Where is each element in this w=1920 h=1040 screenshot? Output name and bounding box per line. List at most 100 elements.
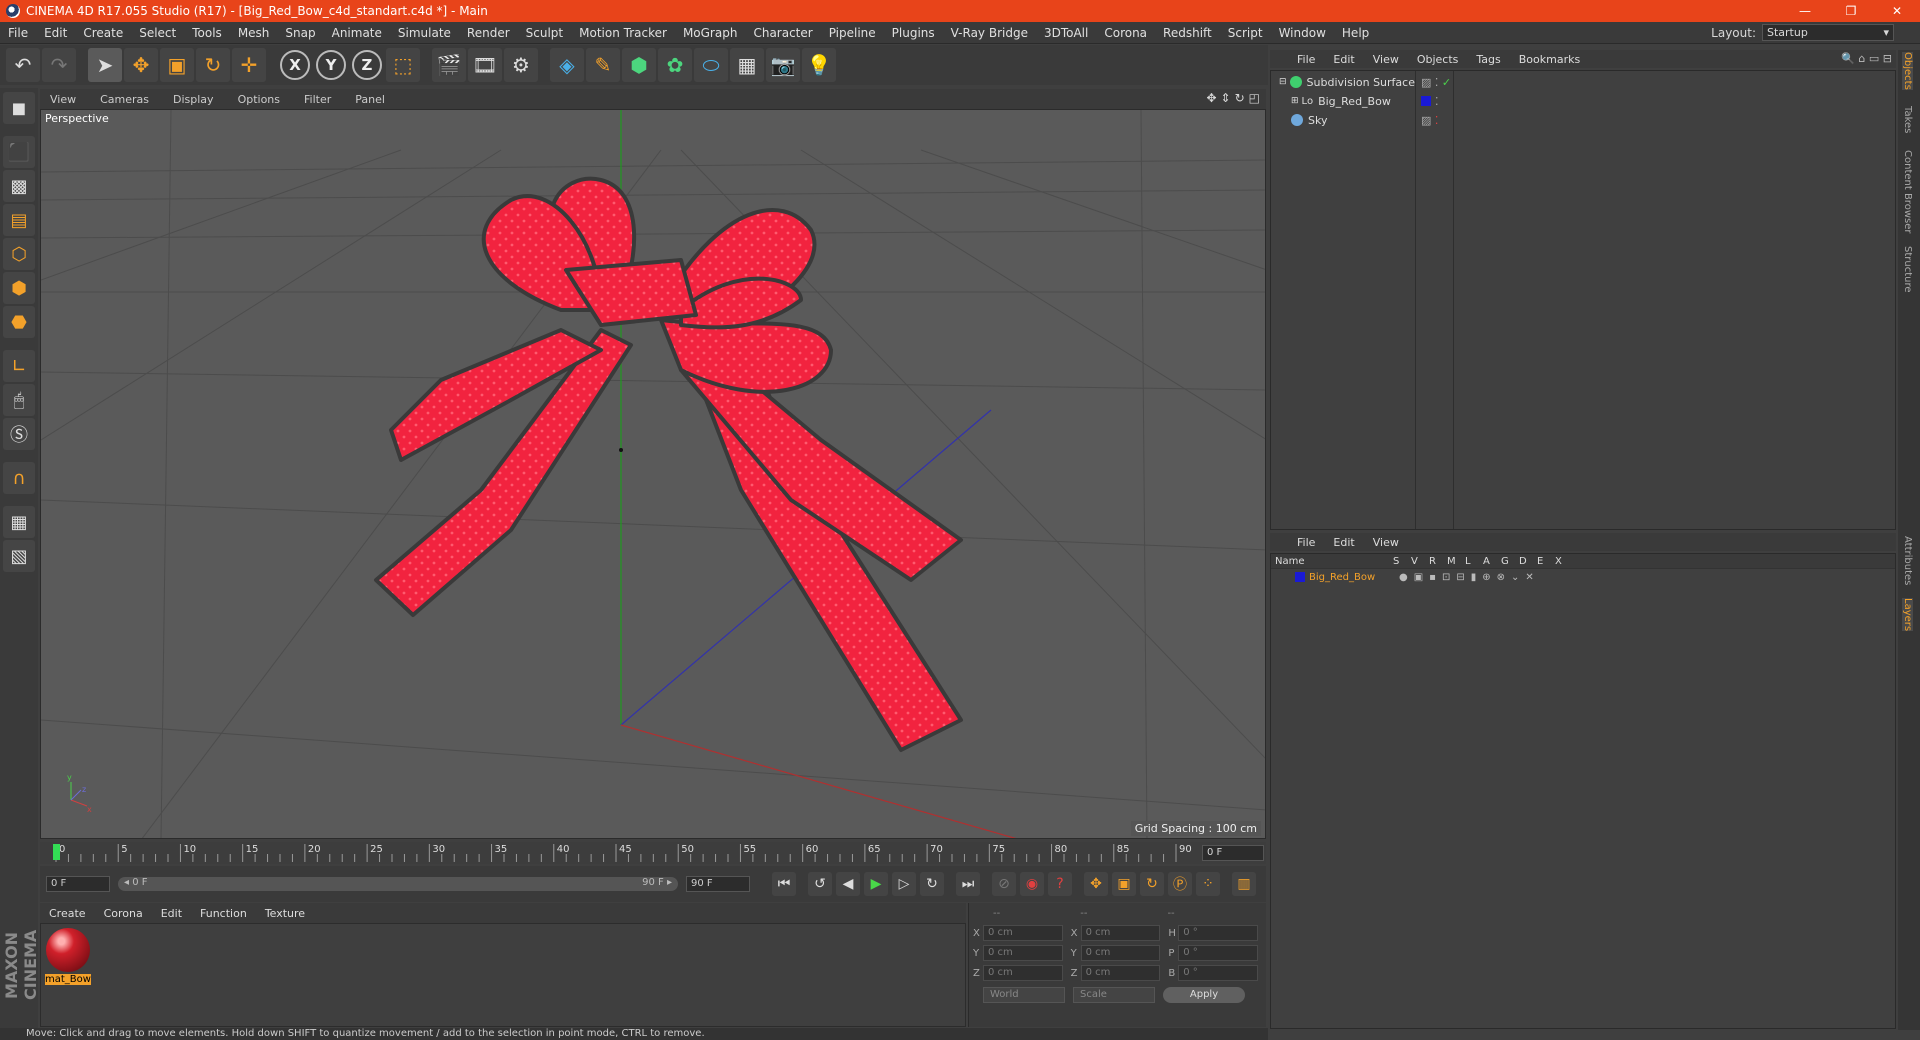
snap-icon[interactable]: Ⓢ: [3, 418, 35, 450]
viewport-maximize-icon[interactable]: ◰: [1249, 91, 1260, 105]
z-axis-lock-icon[interactable]: Z: [352, 50, 382, 80]
object-row-sky[interactable]: Sky ▨ ⁚: [1271, 111, 1893, 129]
expand-icon[interactable]: ⊞: [1291, 96, 1299, 106]
object-menu-view[interactable]: View: [1364, 53, 1408, 66]
render-view-icon[interactable]: 🎬: [432, 48, 466, 82]
key-parameter-icon[interactable]: Ⓟ: [1168, 872, 1192, 896]
object-search-icon[interactable]: 🔍 ⌂ ▭ ⊟: [1841, 52, 1892, 65]
menu-redshift[interactable]: Redshift: [1155, 26, 1220, 40]
material-menu-function[interactable]: Function: [191, 907, 256, 920]
size-z-field[interactable]: 0 cm: [1080, 965, 1161, 981]
material-menu-texture[interactable]: Texture: [256, 907, 314, 920]
texture-mode-icon[interactable]: ▩: [3, 170, 35, 202]
menu-help[interactable]: Help: [1334, 26, 1377, 40]
menu-plugins[interactable]: Plugins: [884, 26, 943, 40]
object-menu-tags[interactable]: Tags: [1467, 53, 1509, 66]
menu-mesh[interactable]: Mesh: [230, 26, 278, 40]
viewport-menu-view[interactable]: View: [40, 93, 90, 106]
move-tool-icon[interactable]: ✥: [124, 48, 158, 82]
menu-corona[interactable]: Corona: [1096, 26, 1155, 40]
previous-key-icon[interactable]: ↺: [808, 872, 832, 896]
axis-mode-icon[interactable]: ∟: [3, 350, 35, 382]
previous-frame-icon[interactable]: ◀: [836, 872, 860, 896]
go-to-start-icon[interactable]: ⏮: [772, 872, 796, 896]
rotate-tool-icon[interactable]: ↻: [196, 48, 230, 82]
start-frame-field[interactable]: 0 F: [46, 876, 110, 892]
coord-mode-dropdown[interactable]: Scale: [1073, 987, 1155, 1003]
menu-sculpt[interactable]: Sculpt: [518, 26, 571, 40]
menu-3dtoall[interactable]: 3DToAll: [1036, 26, 1096, 40]
object-row-subdivision[interactable]: ⊟ Subdivision Surface ▨ ⁚ ✓: [1271, 73, 1893, 91]
menu-script[interactable]: Script: [1220, 26, 1271, 40]
menu-file[interactable]: File: [0, 26, 36, 40]
tab-objects[interactable]: Objects: [1902, 52, 1913, 90]
workplane-align-icon[interactable]: ▧: [3, 540, 35, 572]
material-menu-edit[interactable]: Edit: [152, 907, 191, 920]
minimize-button[interactable]: —: [1782, 0, 1828, 22]
layout-dropdown[interactable]: Startup: [1762, 24, 1894, 41]
live-selection-icon[interactable]: ✛: [232, 48, 266, 82]
object-row-big-red-bow[interactable]: ⊞ Lo Big_Red_Bow ⁚: [1271, 92, 1893, 110]
object-menu-objects[interactable]: Objects: [1408, 53, 1468, 66]
collapse-icon[interactable]: ⊟: [1279, 77, 1287, 87]
redo-icon[interactable]: ↷: [42, 48, 76, 82]
material-swatch[interactable]: mat_Bow: [45, 928, 91, 985]
undo-icon[interactable]: ↶: [6, 48, 40, 82]
floor-scene-icon[interactable]: ▦: [730, 48, 764, 82]
timeline-window-icon[interactable]: ▥: [1232, 872, 1256, 896]
coordinate-system-icon[interactable]: ⬚: [386, 48, 420, 82]
position-z-field[interactable]: 0 cm: [982, 965, 1063, 981]
next-frame-icon[interactable]: ▷: [892, 872, 916, 896]
model-mode-icon[interactable]: ⬛: [3, 136, 35, 168]
cloner-icon[interactable]: ✿: [658, 48, 692, 82]
viewport-rotate-icon[interactable]: ↻: [1235, 91, 1245, 105]
menu-tools[interactable]: Tools: [184, 26, 230, 40]
coord-space-dropdown[interactable]: World: [983, 987, 1065, 1003]
rotation-p-field[interactable]: 0 °: [1178, 945, 1258, 961]
key-scale-icon[interactable]: ▣: [1112, 872, 1136, 896]
layer-flags-icons[interactable]: ●▣▪⊡⊟▮⊕⊗⌄✕: [1399, 572, 1540, 583]
autokey-icon[interactable]: ?: [1048, 872, 1072, 896]
visibility-dots-icon[interactable]: ⁚: [1435, 95, 1439, 108]
layer-menu-edit[interactable]: Edit: [1324, 536, 1363, 549]
cube-primitive-icon[interactable]: ◈: [550, 48, 584, 82]
menu-vray-bridge[interactable]: V-Ray Bridge: [943, 26, 1036, 40]
go-to-end-icon[interactable]: ⏭: [956, 872, 980, 896]
record-active-icon[interactable]: ◉: [1020, 872, 1044, 896]
key-position-icon[interactable]: ✥: [1084, 872, 1108, 896]
apply-button[interactable]: Apply: [1163, 987, 1245, 1003]
viewport-pan-icon[interactable]: ✥: [1206, 91, 1216, 105]
record-disabled-icon[interactable]: ⊘: [992, 872, 1016, 896]
position-x-field[interactable]: 0 cm: [982, 925, 1063, 941]
visibility-dots-icon[interactable]: ▨ ⁚: [1421, 114, 1438, 127]
current-frame-field[interactable]: 0 F: [1202, 845, 1264, 861]
viewport-menu-options[interactable]: Options: [228, 93, 294, 106]
play-icon[interactable]: ▶: [864, 872, 888, 896]
menu-animate[interactable]: Animate: [324, 26, 390, 40]
viewport-menu-filter[interactable]: Filter: [294, 93, 345, 106]
select-arrow-icon[interactable]: ➤: [88, 48, 122, 82]
y-axis-lock-icon[interactable]: Y: [316, 50, 346, 80]
camera-icon[interactable]: 📷: [766, 48, 800, 82]
tab-structure[interactable]: Structure: [1902, 246, 1913, 293]
object-menu-edit[interactable]: Edit: [1324, 53, 1363, 66]
scale-tool-icon[interactable]: ▣: [160, 48, 194, 82]
tab-layers[interactable]: Layers: [1902, 598, 1913, 632]
material-menu-corona[interactable]: Corona: [95, 907, 152, 920]
workplane-lock-icon[interactable]: ▦: [3, 506, 35, 538]
layer-color-icon[interactable]: [1295, 572, 1305, 582]
tweak-mode-icon[interactable]: 🖱: [3, 384, 35, 416]
size-x-field[interactable]: 0 cm: [1080, 925, 1161, 941]
end-frame-field[interactable]: 90 F: [686, 876, 750, 892]
size-y-field[interactable]: 0 cm: [1080, 945, 1161, 961]
visibility-dots-icon[interactable]: ▨ ⁚ ✓: [1421, 76, 1451, 89]
points-mode-icon[interactable]: ⬡: [3, 238, 35, 270]
layer-menu-file[interactable]: File: [1288, 536, 1324, 549]
viewport-menu-display[interactable]: Display: [163, 93, 228, 106]
light-icon[interactable]: 💡: [802, 48, 836, 82]
subdivision-surface-icon[interactable]: ⬢: [622, 48, 656, 82]
tab-attributes[interactable]: Attributes: [1902, 536, 1913, 585]
rotation-b-field[interactable]: 0 °: [1178, 965, 1258, 981]
rotation-h-field[interactable]: 0 °: [1178, 925, 1258, 941]
timeline-ruler[interactable]: 0 5 10 15 20 25 30 35 40 45 50 55 60 65 70 75 80 85 90 0 F: [40, 842, 1266, 864]
